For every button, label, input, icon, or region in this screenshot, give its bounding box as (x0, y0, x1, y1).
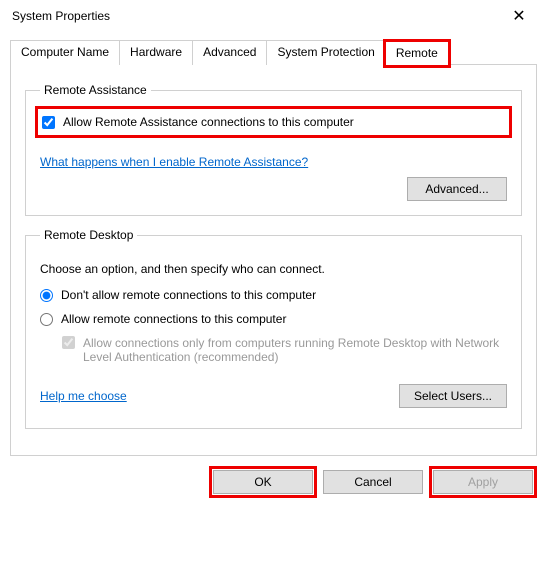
allow-remote-assistance-label: Allow Remote Assistance connections to t… (63, 115, 354, 129)
tab-panel-remote: Remote Assistance Allow Remote Assistanc… (10, 64, 537, 456)
tab-computer-name[interactable]: Computer Name (10, 40, 120, 65)
select-users-button[interactable]: Select Users... (399, 384, 507, 408)
apply-button[interactable]: Apply (433, 470, 533, 494)
dont-allow-label: Don't allow remote connections to this c… (61, 288, 316, 302)
tab-system-protection[interactable]: System Protection (266, 40, 385, 65)
tab-strip: Computer Name Hardware Advanced System P… (10, 40, 537, 65)
help-me-choose-link[interactable]: Help me choose (40, 389, 127, 403)
dialog-button-row: OK Cancel Apply (0, 456, 547, 508)
ok-button[interactable]: OK (213, 470, 313, 494)
dont-allow-row[interactable]: Don't allow remote connections to this c… (40, 288, 507, 302)
allow-remote-assistance-checkbox[interactable] (42, 116, 55, 129)
tab-hardware[interactable]: Hardware (119, 40, 193, 65)
dont-allow-radio[interactable] (40, 289, 53, 302)
window-title: System Properties (12, 9, 110, 23)
nla-row: Allow connections only from computers ru… (62, 336, 507, 364)
remote-assistance-group: Remote Assistance Allow Remote Assistanc… (25, 83, 522, 216)
nla-label: Allow connections only from computers ru… (83, 336, 507, 364)
remote-assistance-legend: Remote Assistance (40, 83, 151, 97)
cancel-button[interactable]: Cancel (323, 470, 423, 494)
nla-checkbox (62, 336, 75, 349)
allow-row[interactable]: Allow remote connections to this compute… (40, 312, 507, 326)
remote-desktop-legend: Remote Desktop (40, 228, 137, 242)
allow-radio[interactable] (40, 313, 53, 326)
content-area: Computer Name Hardware Advanced System P… (0, 32, 547, 456)
tab-remote[interactable]: Remote (385, 41, 449, 66)
close-button[interactable]: ✕ (499, 2, 539, 30)
remote-desktop-instruction: Choose an option, and then specify who c… (40, 262, 507, 276)
remote-desktop-group: Remote Desktop Choose an option, and the… (25, 228, 522, 429)
titlebar: System Properties ✕ (0, 0, 547, 32)
allow-label: Allow remote connections to this compute… (61, 312, 286, 326)
system-properties-dialog: System Properties ✕ Computer Name Hardwa… (0, 0, 547, 571)
allow-remote-assistance-row[interactable]: Allow Remote Assistance connections to t… (40, 111, 507, 133)
advanced-button[interactable]: Advanced... (407, 177, 507, 201)
close-icon: ✕ (512, 6, 525, 26)
remote-assistance-help-link[interactable]: What happens when I enable Remote Assist… (40, 155, 308, 169)
tab-advanced[interactable]: Advanced (192, 40, 267, 65)
